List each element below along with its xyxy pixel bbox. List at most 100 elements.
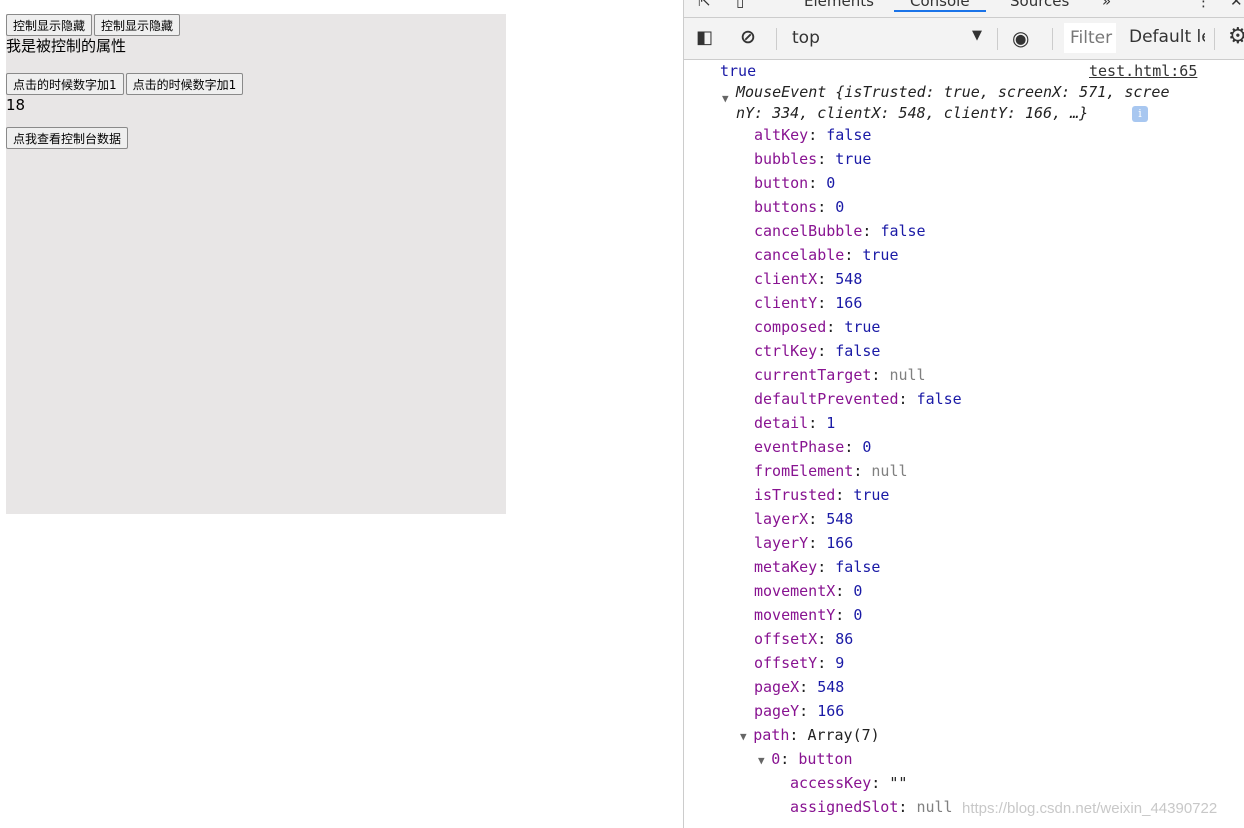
property-key: composed: [754, 318, 827, 336]
property-key: accessKey: [790, 774, 872, 792]
property-row[interactable]: metaKey: false: [754, 558, 880, 576]
property-key: eventPhase: [754, 438, 845, 456]
inspect-icon[interactable]: ⇱: [698, 0, 711, 10]
property-row[interactable]: clientY: 166: [754, 294, 862, 312]
property-row[interactable]: assignedSlot: null: [790, 798, 953, 816]
eye-icon[interactable]: ◉: [1012, 26, 1029, 50]
property-row[interactable]: pageY: 166: [754, 702, 844, 720]
console-toolbar: ◧ ⊘ top ▼ ◉ Filter Default le ⚙: [684, 18, 1244, 60]
property-value: true: [844, 318, 881, 336]
property-value: null: [916, 798, 953, 816]
device-toolbar-icon[interactable]: ▯: [736, 0, 744, 10]
property-value: 0: [853, 582, 863, 600]
property-value: 166: [817, 702, 845, 720]
expand-triangle-icon[interactable]: ▼: [740, 730, 753, 743]
property-key: altKey: [754, 126, 809, 144]
property-row[interactable]: layerX: 548: [754, 510, 853, 528]
property-row[interactable]: layerY: 166: [754, 534, 853, 552]
property-row[interactable]: currentTarget: null: [754, 366, 926, 384]
log-value: true: [720, 62, 757, 80]
property-row[interactable]: composed: true: [754, 318, 880, 336]
expand-triangle-icon[interactable]: ▼: [758, 754, 771, 767]
property-value: 9: [835, 654, 845, 672]
devtools-tabs: ⇱ ▯ Elements Console Sources » ⋮ ✕: [684, 0, 1244, 18]
page-viewport: 控制显示隐藏 控制显示隐藏 我是被控制的属性 点击的时候数字加1 点击的时候数字…: [6, 14, 506, 514]
filter-input[interactable]: Filter: [1064, 23, 1116, 53]
property-row[interactable]: bubbles: true: [754, 150, 871, 168]
property-row[interactable]: eventPhase: 0: [754, 438, 871, 456]
property-key: bubbles: [754, 150, 818, 168]
property-row[interactable]: button: 0: [754, 174, 835, 192]
property-value: false: [835, 558, 881, 576]
property-row[interactable]: altKey: false: [754, 126, 871, 144]
toggle-button-2[interactable]: 控制显示隐藏: [94, 14, 181, 36]
event-summary-line-1[interactable]: MouseEvent {isTrusted: true, screenX: 57…: [736, 83, 1169, 101]
close-icon[interactable]: ✕: [1230, 0, 1243, 10]
property-key: cancelable: [754, 246, 845, 264]
event-summary-line-2[interactable]: nY: 334, clientX: 548, clientY: 166, …}: [736, 104, 1088, 122]
property-key: metaKey: [754, 558, 818, 576]
menu-icon[interactable]: ⋮: [1196, 0, 1211, 10]
more-tabs-button[interactable]: »: [1102, 0, 1111, 10]
property-value: Array(7): [807, 726, 880, 744]
property-value: null: [871, 462, 908, 480]
info-icon[interactable]: i: [1132, 106, 1148, 122]
context-select[interactable]: top: [792, 28, 820, 48]
property-value: 86: [835, 630, 854, 648]
settings-icon[interactable]: ⚙: [1228, 24, 1244, 49]
property-key: defaultPrevented: [754, 390, 899, 408]
property-row[interactable]: pageX: 548: [754, 678, 844, 696]
property-value: false: [916, 390, 962, 408]
property-key: movementY: [754, 606, 836, 624]
property-key: pageY: [754, 702, 800, 720]
property-value: null: [889, 366, 926, 384]
increment-button-2[interactable]: 点击的时候数字加1: [125, 73, 244, 95]
property-row[interactable]: cancelable: true: [754, 246, 899, 264]
property-row[interactable]: defaultPrevented: false: [754, 390, 962, 408]
property-value: false: [826, 126, 872, 144]
increment-button-1[interactable]: 点击的时候数字加1: [6, 73, 124, 95]
property-value: true: [862, 246, 899, 264]
property-key: assignedSlot: [790, 798, 899, 816]
property-key: path: [753, 726, 790, 744]
property-row[interactable]: movementX: 0: [754, 582, 862, 600]
property-key: buttons: [754, 198, 818, 216]
property-row[interactable]: buttons: 0: [754, 198, 844, 216]
log-levels-select[interactable]: Default le: [1129, 27, 1205, 47]
property-value: false: [880, 222, 926, 240]
property-row[interactable]: ctrlKey: false: [754, 342, 880, 360]
property-value: 548: [817, 678, 845, 696]
tab-console[interactable]: Console: [894, 0, 986, 12]
context-dropdown-icon[interactable]: ▼: [972, 28, 982, 43]
property-row[interactable]: ▼ path: Array(7): [740, 726, 880, 744]
tab-sources[interactable]: Sources: [1010, 0, 1069, 10]
count-value: 18: [6, 96, 26, 114]
property-key: layerY: [754, 534, 809, 552]
property-value: true: [853, 486, 890, 504]
toggle-button-1[interactable]: 控制显示隐藏: [6, 14, 93, 36]
property-row[interactable]: ▼ 0: button: [758, 750, 853, 768]
property-key: clientY: [754, 294, 818, 312]
tab-elements[interactable]: Elements: [804, 0, 874, 10]
property-row[interactable]: offsetX: 86: [754, 630, 853, 648]
property-row[interactable]: offsetY: 9: [754, 654, 844, 672]
property-key: currentTarget: [754, 366, 872, 384]
property-row[interactable]: cancelBubble: false: [754, 222, 926, 240]
property-row[interactable]: movementY: 0: [754, 606, 862, 624]
log-source-link[interactable]: test.html:65: [1089, 62, 1197, 80]
property-row[interactable]: clientX: 548: [754, 270, 862, 288]
property-key: clientX: [754, 270, 818, 288]
property-row[interactable]: isTrusted: true: [754, 486, 889, 504]
property-key: fromElement: [754, 462, 854, 480]
property-value: true: [835, 150, 872, 168]
property-row[interactable]: fromElement: null: [754, 462, 908, 480]
property-key: detail: [754, 414, 809, 432]
clear-console-icon[interactable]: ⊘: [740, 26, 756, 48]
property-row[interactable]: detail: 1: [754, 414, 835, 432]
property-key: button: [754, 174, 809, 192]
expand-triangle-icon[interactable]: ▼: [722, 92, 729, 105]
console-button[interactable]: 点我查看控制台数据: [6, 127, 129, 149]
property-row[interactable]: accessKey: "": [790, 774, 907, 792]
property-value: 548: [826, 510, 854, 528]
sidebar-toggle-icon[interactable]: ◧: [696, 27, 713, 48]
